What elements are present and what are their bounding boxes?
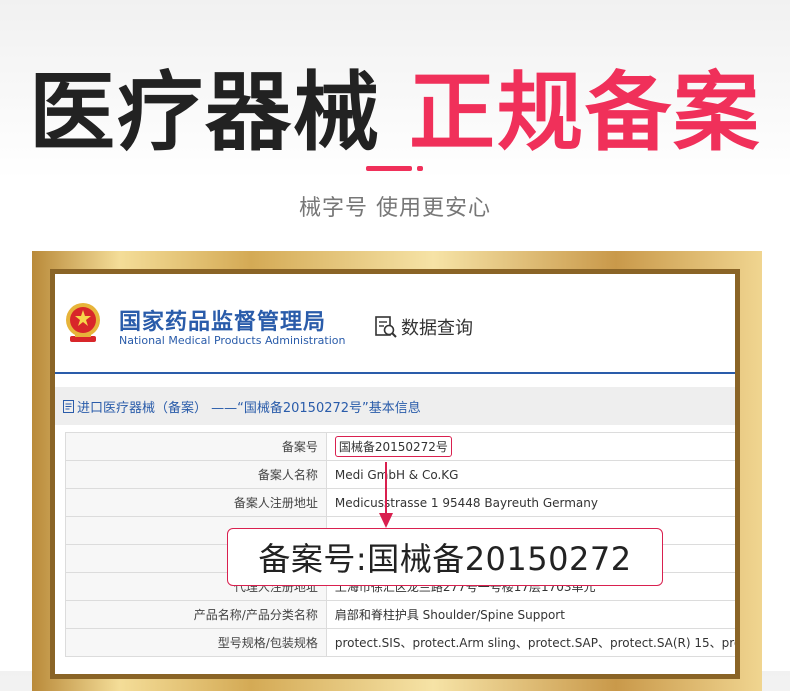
hero-subtitle: 械字号 使用更安心 [299,196,491,221]
record-number-callout: 备案号:国械备20150272 [227,528,663,586]
magnifier-document-icon [375,316,397,338]
header-divider [55,372,735,374]
data-query-link[interactable]: 数据查询 [373,314,473,340]
hero-title-dark: 医疗器械 [29,63,381,163]
title-underline [366,166,412,171]
row-value: protect.SIS、protect.Arm sling、protect.SA… [325,628,735,657]
row-key: 备案人注册地址 [65,488,327,517]
table-row: 产品名称/产品分类名称 肩部和脊柱护具 Shoulder/Spine Suppo… [65,600,735,629]
row-key: 型号规格/包装规格 [65,628,327,657]
hero-title: 医疗器械 正规备案 [0,58,790,168]
org-name-en: National Medical Products Administration [119,334,346,347]
row-value: Medi GmbH & Co.KG [325,460,735,489]
row-value: Medicusstrasse 1 95448 Bayreuth Germany [325,488,735,517]
national-emblem-icon [66,303,100,342]
row-value: 肩部和脊柱护具 Shoulder/Spine Support [325,600,735,629]
title-underline-dot [417,166,423,171]
table-row: 备案人注册地址 Medicusstrasse 1 95448 Bayreuth … [65,488,735,517]
info-bar-text: 进口医疗器械（备案） ——“国械备20150272号”基本信息 [77,400,421,416]
data-query-label: 数据查询 [401,318,473,339]
highlighted-record-number: 国械备20150272号 [334,436,452,457]
row-key: 产品名称/产品分类名称 [65,600,327,629]
registration-screenshot: 国家药品监督管理局 National Medical Products Admi… [55,274,735,674]
callout-text: 备案号:国械备20150272 [258,540,632,578]
hero-title-red: 正规备案 [409,63,761,163]
table-row: 型号规格/包装规格 protect.SIS、protect.Arm sling、… [65,628,735,657]
row-key: 备案号 [65,432,327,461]
document-icon [63,399,74,413]
row-value: 国械备20150272号 [325,432,735,461]
info-bar: 进口医疗器械（备案） ——“国械备20150272号”基本信息 [55,387,735,425]
table-row: 备案号 国械备20150272号 [65,432,735,461]
row-key: 备案人名称 [65,460,327,489]
table-row: 备案人名称 Medi GmbH & Co.KG [65,460,735,489]
org-name-cn: 国家药品监督管理局 [119,310,327,335]
